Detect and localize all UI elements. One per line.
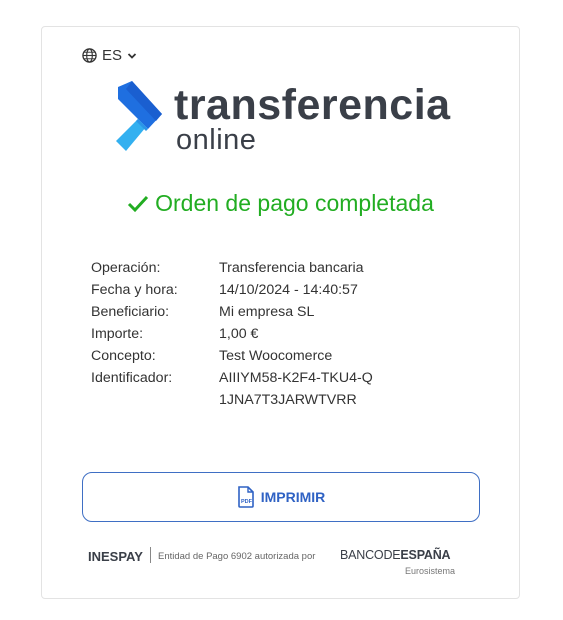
check-icon: [128, 195, 149, 212]
detail-row: Concepto: Test Woocomerce: [91, 345, 379, 367]
detail-row: Operación: Transferencia bancaria: [91, 257, 379, 279]
inespay-logo: INESPAY: [88, 549, 143, 564]
print-button-label: IMPRIMIR: [260, 489, 326, 505]
detail-row: Identificador: AIIIYM58-K2F4-TKU4-Q1JNA7…: [91, 367, 379, 411]
detail-row: Importe: 1,00 €: [91, 323, 379, 345]
globe-icon: [82, 48, 97, 63]
bank-name-part: DE: [383, 548, 401, 562]
language-code: ES: [102, 47, 123, 64]
payment-details: Operación: Transferencia bancaria Fecha …: [91, 257, 379, 411]
footer: INESPAY Entidad de Pago 6902 autorizada …: [88, 545, 468, 581]
detail-value: Mi empresa SL: [219, 304, 315, 320]
detail-label: Operación:: [91, 260, 161, 276]
footer-divider: [150, 547, 151, 563]
bank-name-part: ESPAÑA: [400, 548, 451, 562]
detail-value: Transferencia bancaria: [219, 260, 364, 276]
detail-row: Fecha y hora: 14/10/2024 - 14:40:57: [91, 279, 379, 301]
chevron-down-icon: [127, 52, 137, 59]
detail-label: Fecha y hora:: [91, 282, 178, 298]
detail-value: 14/10/2024 - 14:40:57: [219, 282, 358, 298]
logo-text-online: online: [176, 124, 257, 156]
logo-mark-icon: [116, 81, 162, 151]
svg-text:PDF: PDF: [241, 499, 253, 505]
detail-label: Beneficiario:: [91, 304, 170, 320]
language-selector[interactable]: ES: [82, 47, 137, 64]
print-button[interactable]: PDF IMPRIMIR: [82, 472, 480, 522]
detail-label: Identificador:: [91, 370, 173, 386]
authorization-text: Entidad de Pago 6902 autorizada por: [158, 551, 316, 562]
banco-de-espana-logo: BANCODEESPAÑA: [340, 548, 451, 562]
eurosystem-text: Eurosistema: [405, 566, 456, 576]
transferencia-online-logo: transferencia online: [112, 81, 452, 156]
payment-card: ES transferencia online Orden de pago co…: [41, 26, 520, 599]
detail-value: AIIIYM58-K2F4-TKU4-Q1JNA7T3JARWTVRR: [219, 370, 373, 408]
bank-name-part: BANCO: [340, 548, 384, 562]
detail-label: Importe:: [91, 326, 144, 342]
detail-value: Test Woocomerce: [219, 348, 333, 364]
detail-value: 1,00 €: [219, 326, 259, 342]
detail-label: Concepto:: [91, 348, 156, 364]
status-text: Orden de pago completada: [155, 190, 434, 216]
pdf-icon: PDF: [237, 486, 254, 508]
payment-status: Orden de pago completada: [42, 190, 519, 217]
detail-row: Beneficiario: Mi empresa SL: [91, 301, 379, 323]
